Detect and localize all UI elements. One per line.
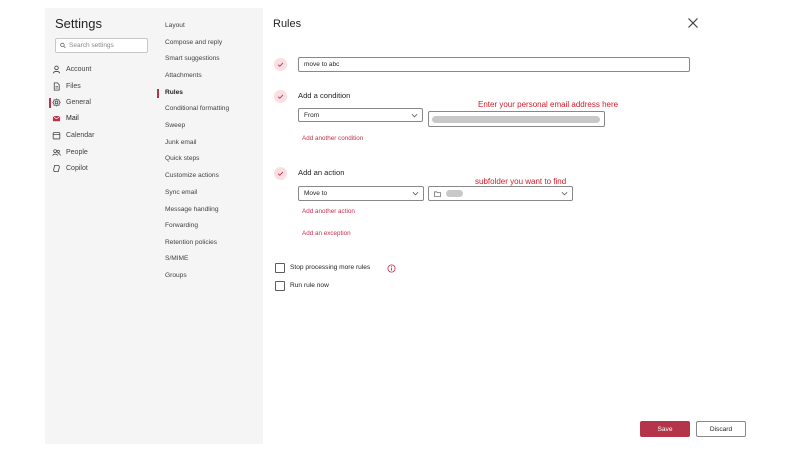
category-label: Mail [66, 115, 79, 122]
redacted-folder [446, 190, 463, 197]
run-rule-now-checkbox[interactable] [275, 281, 285, 291]
subnav-rules[interactable]: Rules [165, 87, 183, 99]
category-files[interactable]: Files [52, 80, 81, 93]
settings-sidebar: Settings Account Files General Mail Cale… [45, 8, 263, 444]
add-another-condition-link[interactable]: Add another condition [302, 135, 363, 142]
subnav-sweep[interactable]: Sweep [165, 120, 185, 132]
add-another-action-link[interactable]: Add another action [302, 208, 355, 215]
selection-indicator [49, 98, 51, 108]
subnav-smart-suggestions[interactable]: Smart suggestions [165, 53, 220, 65]
calendar-icon [52, 132, 61, 140]
checkmark-icon [277, 94, 284, 99]
search-icon [60, 42, 66, 49]
action-dropdown[interactable]: Move to [298, 186, 424, 201]
discard-button[interactable]: Discard [696, 421, 746, 437]
category-copilot[interactable]: Copilot [52, 162, 88, 175]
action-annotation: subfolder you want to find [475, 177, 567, 186]
chevron-down-icon [561, 191, 568, 196]
step-check-action [274, 167, 287, 180]
gear-icon [52, 98, 61, 107]
folder-dropdown[interactable] [428, 186, 573, 201]
action-dropdown-value: Move to [304, 190, 328, 197]
condition-dropdown[interactable]: From [298, 108, 423, 122]
subnav-smime[interactable]: S/MIME [165, 253, 188, 265]
condition-annotation: Enter your personal email address here [478, 100, 619, 109]
file-icon [53, 82, 60, 91]
condition-heading: Add a condition [298, 91, 351, 100]
save-button[interactable]: Save [640, 421, 690, 437]
info-icon[interactable] [387, 264, 396, 273]
mail-icon [52, 115, 61, 122]
close-icon[interactable] [687, 17, 699, 29]
redacted-email [432, 116, 600, 123]
stop-processing-checkbox[interactable] [275, 263, 285, 273]
category-label: Account [66, 66, 92, 73]
settings-window: Settings Account Files General Mail Cale… [45, 8, 746, 444]
checkmark-icon [277, 171, 284, 176]
subnav-customize-actions[interactable]: Customize actions [165, 170, 219, 182]
subnav-layout[interactable]: Layout [165, 20, 185, 32]
search-input[interactable] [69, 42, 147, 49]
subnav-message-handling[interactable]: Message handling [165, 204, 219, 216]
rule-name-input[interactable] [298, 57, 690, 72]
condition-dropdown-value: From [304, 111, 320, 119]
settings-title: Settings [55, 16, 102, 31]
subnav-sync-email[interactable]: Sync email [165, 187, 197, 199]
checkmark-icon [277, 62, 284, 67]
person-icon [52, 65, 61, 74]
people-icon [52, 149, 61, 156]
category-general[interactable]: General [52, 96, 91, 109]
search-box[interactable] [55, 38, 148, 53]
folder-icon [434, 191, 441, 197]
subnav-compose-and-reply[interactable]: Compose and reply [165, 37, 222, 49]
subnav-junk-email[interactable]: Junk email [165, 137, 197, 149]
chevron-down-icon [412, 191, 419, 196]
category-mail[interactable]: Mail [52, 112, 79, 125]
subnav-conditional-formatting[interactable]: Conditional formatting [165, 103, 229, 115]
subnav-quick-steps[interactable]: Quick steps [165, 153, 199, 165]
category-label: General [66, 99, 91, 106]
category-people[interactable]: People [52, 146, 88, 159]
category-calendar[interactable]: Calendar [52, 129, 94, 142]
stop-processing-label: Stop processing more rules [290, 264, 371, 271]
subnav-selection-indicator [157, 89, 159, 98]
subnav-attachments[interactable]: Attachments [165, 70, 202, 82]
condition-value-input[interactable] [428, 111, 605, 127]
action-heading: Add an action [298, 168, 345, 177]
add-exception-link[interactable]: Add an exception [302, 230, 351, 237]
category-label: Files [66, 83, 81, 90]
copilot-icon [53, 164, 60, 173]
subnav-retention-policies[interactable]: Retention policies [165, 237, 217, 249]
page-title: Rules [273, 18, 302, 30]
run-rule-now-label: Run rule now [290, 282, 329, 289]
chevron-down-icon [411, 113, 418, 118]
category-account[interactable]: Account [52, 63, 91, 76]
step-check-name [274, 58, 287, 71]
rules-panel: Rules Add a condition Enter your persona… [263, 8, 746, 444]
category-label: Calendar [66, 132, 95, 139]
subnav-forwarding[interactable]: Forwarding [165, 220, 198, 232]
category-label: Copilot [66, 165, 88, 172]
subnav-groups[interactable]: Groups [165, 270, 187, 282]
category-label: People [66, 149, 88, 156]
step-check-condition [274, 90, 287, 103]
